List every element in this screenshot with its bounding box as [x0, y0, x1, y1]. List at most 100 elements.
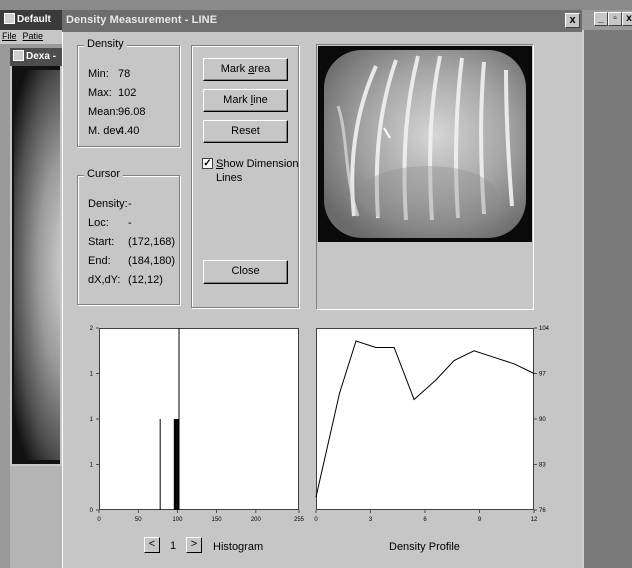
previous-page-button[interactable]: <	[144, 537, 160, 553]
cursor-legend: Cursor	[84, 168, 124, 180]
profile-series-line	[315, 340, 535, 498]
density-legend: Density	[84, 38, 127, 50]
profile-point	[493, 356, 495, 358]
xray-illustration	[318, 46, 532, 242]
histogram-ytick-label: 0	[90, 508, 94, 514]
profile-xtick-label: 6	[423, 517, 427, 523]
restore-button[interactable]: ▫	[608, 12, 622, 26]
density-min-label: Min:	[88, 68, 109, 80]
cursor-dxdy-value: (12,12)	[128, 274, 163, 286]
cursor-start-value: (172,168)	[128, 236, 176, 248]
menu-patient[interactable]: Patie	[23, 31, 44, 41]
histogram-ytick-label: 2	[90, 326, 94, 332]
background-menubar: File Patie	[0, 30, 70, 44]
mark-area-label-a: Mark	[220, 63, 249, 75]
background-child-title: Dexa -	[26, 51, 57, 62]
cursor-end-label: End:	[88, 255, 111, 267]
cursor-end-value: (184,180)	[128, 255, 176, 267]
profile-xtick-label: 9	[478, 517, 482, 523]
density-group: Density Min: 78 Max: 102 Mean:96.08 M. dev…	[77, 38, 180, 147]
dialog-titlebar: Density Measurement - LINE	[62, 10, 582, 32]
mark-area-label-c: rea	[254, 63, 271, 75]
profile-ytick-label: 104	[539, 326, 550, 332]
density-mean-row: Mean:96.08	[88, 106, 146, 118]
cursor-loc-label: Loc:	[88, 217, 109, 229]
profile-ytick-label: 90	[539, 417, 546, 423]
density-min-row: Min: 78	[88, 68, 130, 80]
density-mean-label: Mean:	[88, 106, 119, 118]
density-profile-label: Density Profile	[389, 541, 460, 553]
histogram-xtick-label: 0	[97, 517, 101, 523]
histogram-ytick-label: 1	[90, 372, 94, 378]
density-profile-chart: 76 83 90 97 104 0 3 6 9 12	[314, 326, 550, 523]
density-max-label: Max:	[88, 87, 112, 99]
cursor-density-label: Density:	[88, 198, 128, 210]
cursor-dxdy-row: dX,dY: (12,12)	[88, 274, 163, 286]
background-child-titlebar: Dexa -	[10, 48, 62, 66]
profile-point	[413, 399, 415, 400]
close-app-button[interactable]: x	[622, 12, 632, 26]
profile-xtick-label: 3	[369, 517, 373, 523]
cursor-dxdy-label: dX,dY:	[88, 274, 121, 286]
histogram-chart: 011120 50 100 150 200 255	[90, 326, 305, 523]
histogram-label: Histogram	[213, 541, 264, 553]
histogram-xtick-label: 50	[135, 517, 142, 523]
profile-point	[513, 363, 515, 365]
density-max-value: 102	[118, 87, 137, 99]
profile-point	[355, 340, 357, 342]
histogram-ytick-label: 1	[90, 463, 94, 469]
background-right-panel	[584, 30, 632, 568]
mark-line-label-a: Mark	[223, 94, 251, 106]
density-mdev-label: M. dev:	[88, 125, 125, 137]
reset-button[interactable]: Reset	[203, 120, 288, 143]
profile-ytick-label: 83	[539, 463, 546, 469]
cursor-density-row: Density:-	[88, 198, 132, 210]
profile-point	[533, 373, 535, 374]
profile-xtick-label: 0	[314, 517, 318, 523]
app-icon	[4, 13, 15, 24]
density-mdev-value: 4.40	[118, 125, 140, 137]
cursor-end-row: End: (184,180)	[88, 255, 175, 267]
cursor-start-row: Start: (172,168)	[88, 236, 175, 248]
profile-point	[435, 379, 437, 381]
histogram-xtick-label: 150	[212, 517, 223, 523]
close-button[interactable]: Close	[203, 260, 288, 284]
menu-file[interactable]: File	[2, 31, 17, 41]
show-dimension-lines-label: Show Dimension Lines	[216, 157, 306, 185]
profile-ytick-label: 97	[539, 372, 546, 378]
xray-preview-image[interactable]	[318, 46, 532, 242]
profile-ytick-label: 76	[539, 508, 546, 514]
density-mdev-row: M. dev:4.40	[88, 125, 139, 137]
mark-line-button[interactable]: Mark line	[203, 89, 288, 112]
background-app-title: Default	[17, 14, 51, 25]
document-icon	[13, 50, 24, 61]
density-max-row: Max: 102	[88, 87, 136, 99]
cursor-loc-row: Loc: -	[88, 217, 132, 229]
dialog-title: Density Measurement - LINE	[66, 14, 218, 26]
profile-point	[315, 496, 317, 498]
profile-point	[339, 392, 341, 394]
background-app-titlebar: Default	[0, 10, 70, 30]
profile-xtick-label: 12	[531, 517, 538, 523]
cursor-loc-value: -	[128, 217, 132, 229]
background-xray-image	[14, 70, 60, 460]
show-dimension-rest: how Dimension Lines	[216, 158, 299, 184]
histogram-xtick-label: 200	[251, 517, 262, 523]
mark-line-label-c: ine	[253, 94, 268, 106]
next-page-button[interactable]: >	[186, 537, 202, 553]
cursor-density-value: -	[128, 198, 132, 210]
cursor-group: Cursor Density:- Loc: - Start: (172,168) E…	[77, 168, 180, 305]
checkbox-check-icon[interactable]: ✓	[202, 158, 213, 169]
cursor-start-label: Start:	[88, 236, 115, 248]
profile-point	[473, 350, 475, 352]
profile-point	[453, 360, 455, 361]
profile-point	[375, 347, 377, 348]
background-lower-area	[10, 466, 62, 568]
page-number: 1	[170, 540, 177, 552]
minimize-button[interactable]: _	[594, 12, 608, 26]
dialog-close-button[interactable]: x	[565, 13, 580, 28]
histogram-ytick-label: 1	[90, 417, 94, 423]
mark-area-button[interactable]: Mark area	[203, 58, 288, 81]
profile-point	[393, 347, 395, 348]
histogram-xtick-label: 100	[172, 517, 183, 523]
